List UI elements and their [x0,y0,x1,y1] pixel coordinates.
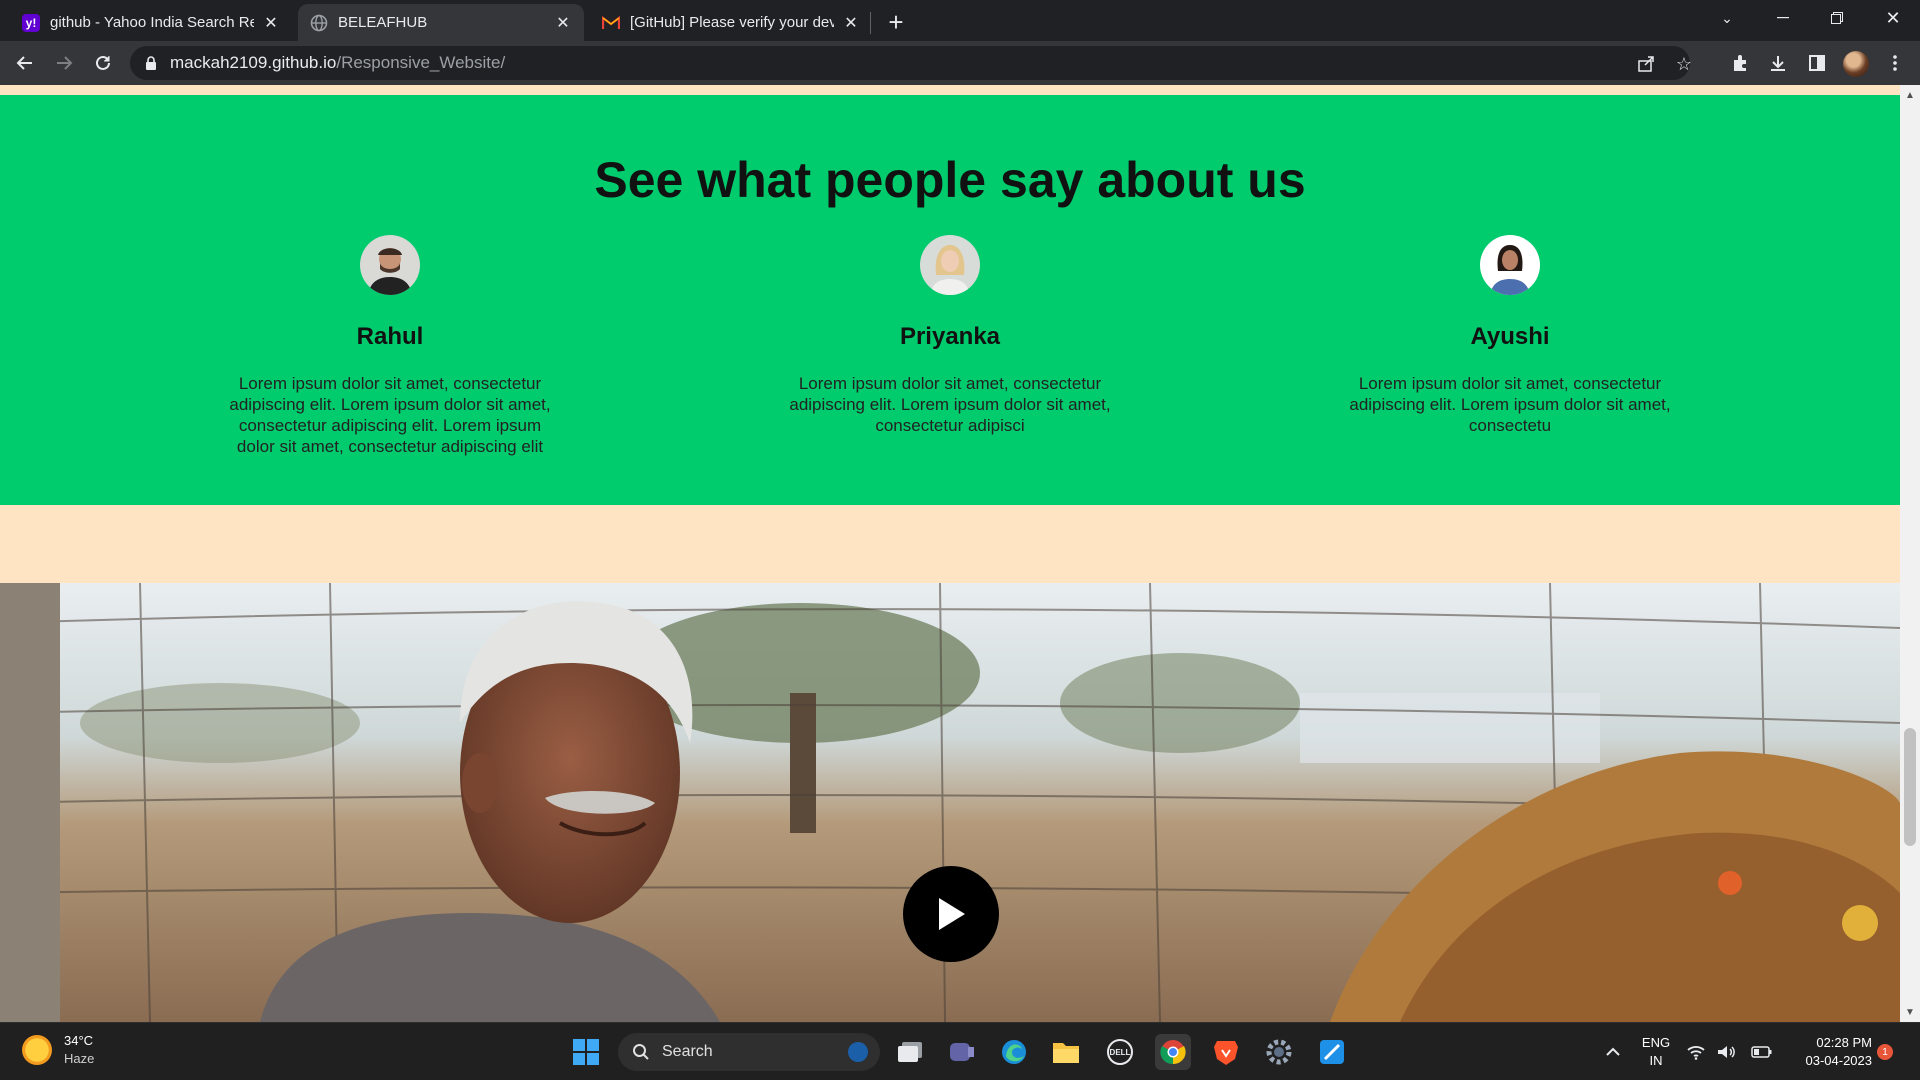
clock-time: 02:28 PM [1816,1035,1872,1050]
weather-temp: 34°C [64,1033,94,1048]
side-panel-icon[interactable] [1805,51,1829,75]
tab-title: github - Yahoo India Search Resu [50,14,254,31]
minimize-icon[interactable] [1756,0,1810,36]
play-icon [939,898,965,930]
avatar-ayushi [1480,235,1540,295]
testimonial-name: Rahul [356,323,424,350]
scrollbar-thumb[interactable] [1904,728,1916,846]
file-explorer-icon[interactable] [1048,1034,1084,1070]
close-tab-icon[interactable]: ✕ [262,14,280,32]
back-arrow-icon[interactable] [9,47,41,79]
tab-beleafhub[interactable]: BELEAFHUB ✕ [298,4,584,41]
testimonial-name: Ayushi [1470,323,1550,350]
tab-yahoo-search[interactable]: y! github - Yahoo India Search Resu ✕ [10,4,292,41]
tab-title: BELEAFHUB [338,14,428,31]
download-icon[interactable] [1766,51,1790,75]
extensions-icon[interactable] [1728,51,1752,75]
close-window-icon[interactable]: ✕ [1866,0,1920,36]
brave-browser-icon[interactable] [1208,1034,1244,1070]
tab-strip: y! github - Yahoo India Search Resu ✕ BE… [0,0,1920,41]
avatar-priyanka [920,235,980,295]
testimonial-card-ayushi: Ayushi Lorem ipsum dolor sit amet, conse… [1330,235,1690,436]
windows-taskbar: 34°C Haze Search DELL ENG IN 02:28 PM 03… [0,1022,1920,1080]
volume-icon[interactable] [1714,1034,1738,1070]
video-section[interactable] [0,583,1900,1022]
testimonial-text: Lorem ipsum dolor sit amet, consectetur … [1349,374,1671,435]
share-icon[interactable] [1636,54,1656,74]
testimonial-name: Priyanka [899,323,1001,350]
svg-text:DELL: DELL [1110,1048,1131,1057]
weather-desc: Haze [64,1051,95,1066]
close-tab-icon[interactable]: ✕ [842,14,860,32]
forward-arrow-icon[interactable] [48,47,80,79]
tab-search-icon[interactable]: ⌄ [1700,0,1754,36]
teams-chat-icon[interactable] [944,1034,980,1070]
testimonials-heading: See what people say about us [594,152,1306,208]
avatar-rahul [360,235,420,295]
tab-separator [870,12,871,34]
language-line2: IN [1649,1053,1663,1068]
search-icon [632,1043,650,1061]
url-host: mackah2109.github.io [170,53,337,72]
tab-title: [GitHub] Please verify your devic [630,14,834,31]
weather-widget[interactable]: 34°C Haze [22,1033,94,1066]
show-hidden-icons-chevron-icon[interactable] [1595,1034,1631,1070]
globe-icon [310,14,328,32]
language-line1: ENG [1641,1035,1671,1050]
testimonial-card-rahul: Rahul Lorem ipsum dolor sit amet, consec… [210,235,570,457]
clock-date: 03-04-2023 [1805,1053,1873,1068]
taskbar-search-box[interactable]: Search [618,1033,880,1071]
play-button[interactable] [903,866,999,962]
task-view-icon[interactable] [892,1034,928,1070]
gmail-icon [602,14,620,32]
close-tab-icon[interactable]: ✕ [554,14,572,32]
lock-icon[interactable] [144,56,158,70]
restore-icon[interactable] [1810,0,1864,36]
wifi-icon[interactable] [1684,1034,1708,1070]
page-viewport: See what people say about us Rahul Lorem… [0,85,1900,1022]
snipping-tool-icon[interactable] [1314,1034,1350,1070]
testimonial-text: Lorem ipsum dolor sit amet, consectetur … [229,374,551,456]
testimonial-card-priyanka: Priyanka Lorem ipsum dolor sit amet, con… [770,235,1130,436]
browser-toolbar: mackah2109.github.io/Responsive_Website/… [0,41,1920,85]
battery-icon[interactable] [1750,1034,1774,1070]
chrome-icon[interactable] [1155,1034,1191,1070]
scroll-down-arrow-icon[interactable]: ▼ [1900,1004,1920,1020]
dell-icon[interactable]: DELL [1102,1034,1138,1070]
weather-sun-icon [22,1034,52,1065]
url-path: /Responsive_Website/ [336,53,506,72]
language-indicator[interactable]: ENG IN [1636,1034,1676,1070]
address-bar[interactable]: mackah2109.github.io/Responsive_Website/… [130,46,1692,80]
settings-gear-icon[interactable] [1261,1034,1297,1070]
testimonial-text: Lorem ipsum dolor sit amet, consectetur … [789,374,1111,435]
reload-icon[interactable] [87,47,119,79]
tab-github-verify[interactable]: [GitHub] Please verify your devic ✕ [590,4,872,41]
profile-avatar[interactable] [1843,51,1869,77]
search-placeholder: Search [662,1043,713,1060]
bookmark-star-icon[interactable]: ☆ [1674,54,1694,74]
notification-badge[interactable]: 1 [1877,1044,1893,1060]
clock[interactable]: 02:28 PM 03-04-2023 [1788,1034,1873,1070]
scroll-up-arrow-icon[interactable]: ▲ [1900,87,1920,103]
start-windows-icon[interactable] [568,1034,604,1070]
more-menu-icon[interactable] [1883,51,1907,75]
page-scrollbar[interactable]: ▲ ▼ [1900,85,1920,1022]
bing-icon [848,1042,868,1062]
testimonials-section: See what people say about us Rahul Lorem… [0,95,1900,505]
new-tab-button[interactable]: + [882,7,910,37]
yahoo-icon: y! [22,13,40,32]
edge-browser-icon[interactable] [996,1034,1032,1070]
